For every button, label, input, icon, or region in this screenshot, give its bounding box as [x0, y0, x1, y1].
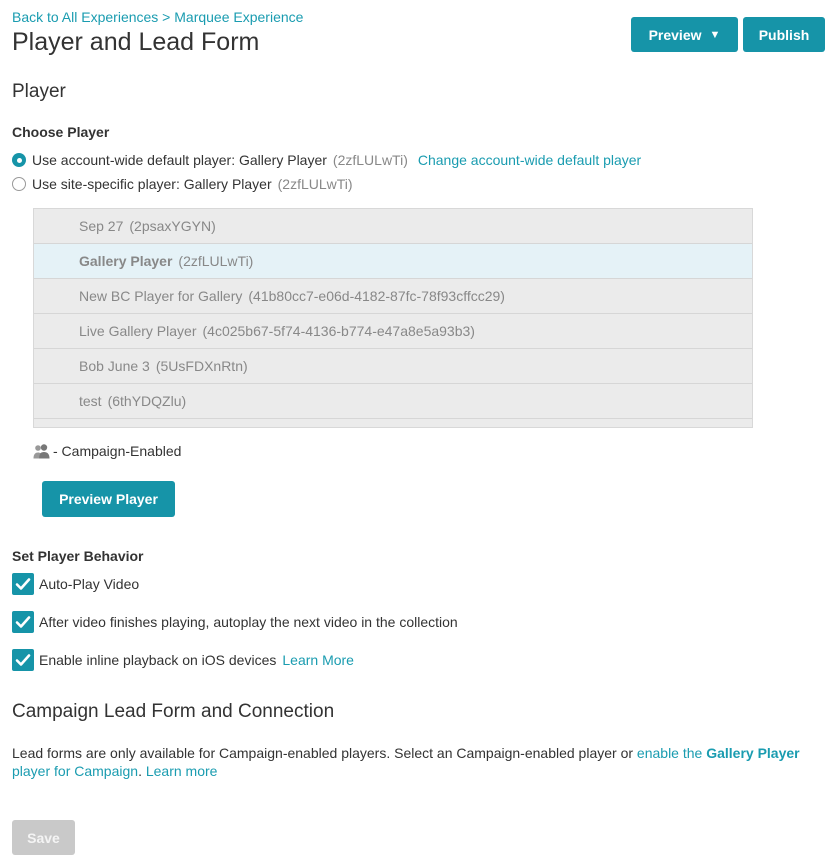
player-name: New BC Player for Gallery: [79, 288, 243, 304]
player-id: (5UsFDXnRtn): [155, 358, 248, 374]
checkbox-checked[interactable]: [12, 611, 34, 633]
player-id: (41b80cc7-e06d-4182-87fc-78f93cffcc29): [248, 288, 505, 304]
inline-playback-option[interactable]: Enable inline playback on iOS devices Le…: [12, 649, 354, 671]
checkbox-label: After video finishes playing, autoplay t…: [39, 614, 458, 630]
checkbox-label: Enable inline playback on iOS devices: [39, 652, 277, 668]
player-list[interactable]: Sep 27 (2psaxYGYN) Gallery Player (2zfLU…: [33, 208, 753, 428]
checkbox-label: Auto-Play Video: [39, 576, 140, 592]
campaign-description-text: Lead forms are only available for Campai…: [12, 745, 637, 761]
autoplay-option[interactable]: Auto-Play Video: [12, 573, 139, 595]
preview-button-label: Preview: [648, 26, 702, 43]
player-list-item[interactable]: Live Gallery Player (4c025b67-5f74-4136-…: [34, 314, 752, 349]
publish-button[interactable]: Publish: [743, 17, 825, 52]
checkbox-checked[interactable]: [12, 649, 34, 671]
campaign-section-title: Campaign Lead Form and Connection: [12, 701, 335, 722]
radio-button[interactable]: [12, 177, 26, 191]
breadcrumb[interactable]: Back to All Experiences > Marquee Experi…: [12, 9, 303, 25]
check-icon: [15, 654, 31, 666]
player-list-item[interactable]: New BC Player for Gallery (41b80cc7-e06d…: [34, 279, 752, 314]
campaign-description: Lead forms are only available for Campai…: [12, 744, 827, 780]
users-icon: [33, 444, 50, 459]
choose-player-label: Choose Player: [12, 124, 110, 140]
learn-more-link[interactable]: Learn More: [282, 652, 354, 668]
save-button[interactable]: Save: [12, 820, 75, 855]
enable-link-suffix: player for Campaign: [12, 763, 139, 779]
player-id: (4c025b67-5f74-4136-b774-e47a8e5a93b3): [202, 323, 475, 339]
caret-down-icon: ▼: [709, 28, 721, 41]
radio-button-checked[interactable]: [12, 153, 26, 167]
enable-link-player-name: Gallery Player: [706, 745, 800, 761]
player-id: (2zfLULwTi): [277, 176, 353, 192]
check-icon: [15, 578, 31, 590]
player-list-item[interactable]: test (6thYDQZlu): [34, 384, 752, 419]
player-list-item[interactable]: Sep 27 (2psaxYGYN): [34, 209, 752, 244]
radio-label: Use site-specific player: Gallery Player: [32, 176, 272, 192]
learn-more-link[interactable]: Learn more: [146, 763, 218, 779]
player-list-item-selected[interactable]: Gallery Player (2zfLULwTi): [34, 244, 752, 279]
preview-player-button[interactable]: Preview Player: [42, 481, 175, 517]
player-list-item[interactable]: Bob June 3 (5UsFDXnRtn): [34, 349, 752, 384]
player-id: (2zfLULwTi): [178, 253, 254, 269]
description-period: .: [138, 763, 146, 779]
player-id: (2zfLULwTi): [332, 152, 408, 168]
change-default-player-link[interactable]: Change account-wide default player: [418, 152, 641, 168]
preview-button[interactable]: Preview ▼: [631, 17, 738, 52]
player-id: (2psaxYGYN): [129, 218, 216, 234]
campaign-enabled-legend: - Campaign-Enabled: [33, 443, 181, 459]
legend-text: - Campaign-Enabled: [53, 443, 182, 459]
radio-label: Use account-wide default player: Gallery…: [32, 152, 327, 168]
radio-account-default[interactable]: Use account-wide default player: Gallery…: [12, 152, 641, 168]
player-name: Gallery Player: [79, 253, 173, 269]
autoplay-next-option[interactable]: After video finishes playing, autoplay t…: [12, 611, 458, 633]
radio-site-specific[interactable]: Use site-specific player: Gallery Player…: [12, 176, 353, 192]
player-name: Live Gallery Player: [79, 323, 197, 339]
enable-link-prefix: enable the: [636, 745, 707, 761]
page-title: Player and Lead Form: [12, 28, 260, 56]
player-name: Sep 27: [79, 218, 124, 234]
checkbox-checked[interactable]: [12, 573, 34, 595]
player-section-title: Player: [12, 81, 66, 102]
player-id: (6thYDQZlu): [107, 393, 187, 409]
player-name: test: [79, 393, 102, 409]
player-behavior-title: Set Player Behavior: [12, 548, 144, 564]
player-name: Bob June 3: [79, 358, 150, 374]
check-icon: [15, 616, 31, 628]
